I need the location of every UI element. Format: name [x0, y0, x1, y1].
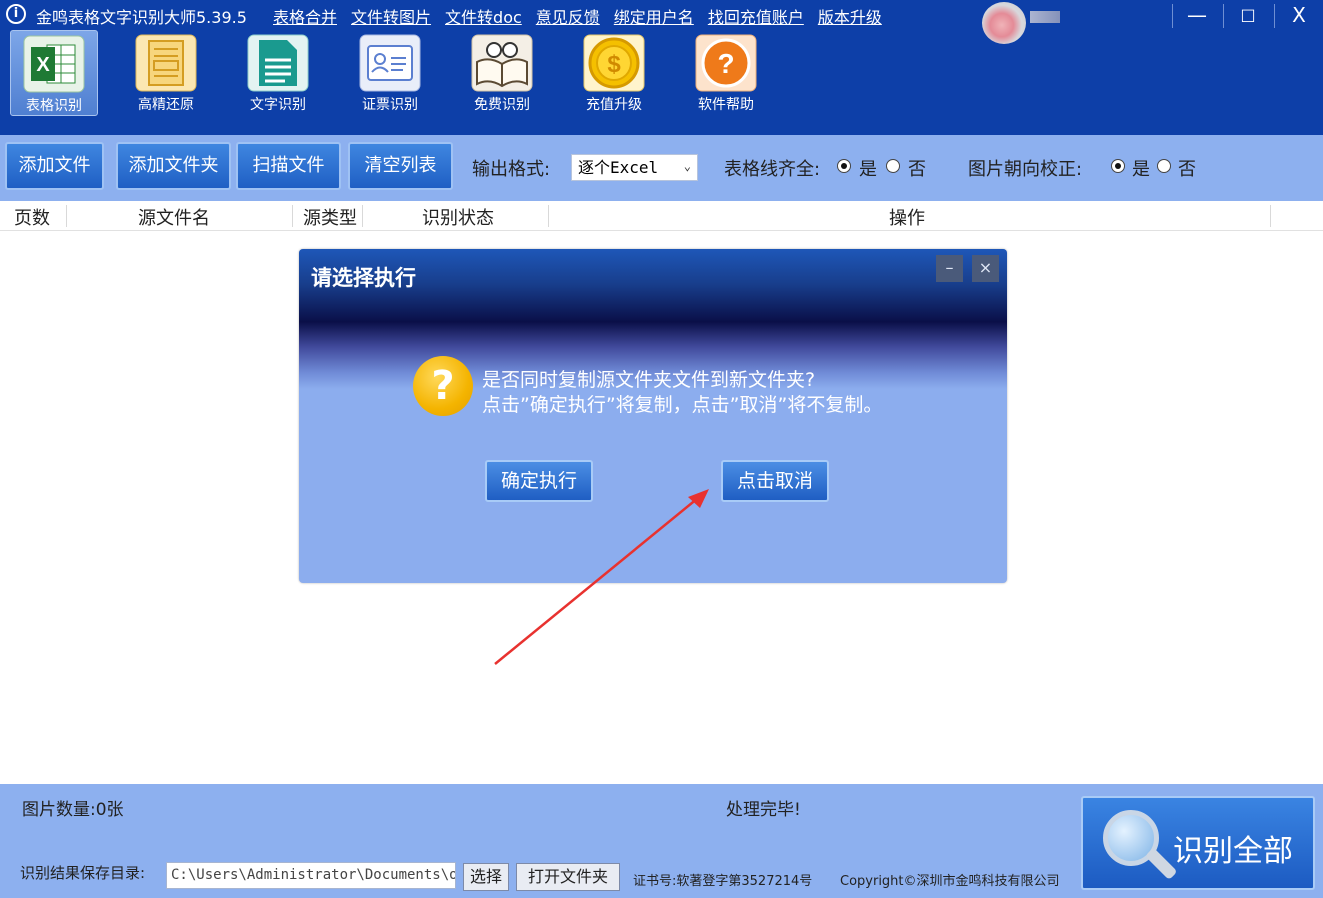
add-file-button[interactable]: 添加文件 — [5, 142, 104, 190]
help-icon: ? — [695, 34, 757, 92]
tool-label: 文字识别 — [250, 97, 306, 113]
save-dir-input[interactable]: C:\Users\Administrator\Documents\oc — [166, 862, 456, 889]
document-layout-icon — [135, 34, 197, 92]
chevron-down-icon: ⌄ — [683, 159, 691, 173]
book-glasses-icon — [471, 34, 533, 92]
recognize-all-button[interactable]: 识别全部 — [1081, 796, 1315, 890]
cancel-button[interactable]: 点击取消 — [721, 460, 829, 502]
choose-dir-button[interactable]: 选择 — [463, 863, 509, 891]
scan-file-button[interactable]: 扫描文件 — [236, 142, 341, 190]
link-table-merge[interactable]: 表格合并 — [273, 4, 337, 28]
tool-label: 表格识别 — [26, 98, 82, 114]
table-line-no-radio[interactable] — [886, 159, 900, 173]
link-recover-account[interactable]: 找回充值账户 — [708, 4, 804, 28]
tool-software-help[interactable]: ? 软件帮助 — [682, 30, 770, 116]
user-avatar[interactable] — [982, 2, 1026, 44]
svg-text:X: X — [36, 54, 50, 76]
svg-text:$: $ — [607, 51, 621, 78]
output-format-select[interactable]: 逐个Excel ⌄ — [571, 154, 698, 181]
tool-label: 软件帮助 — [698, 97, 754, 113]
orientation-no-radio[interactable] — [1157, 159, 1171, 173]
column-recognition-status: 识别状态 — [422, 208, 494, 229]
tool-label: 充值升级 — [586, 97, 642, 113]
processing-status: 处理完毕! — [726, 800, 801, 820]
confirm-execute-button[interactable]: 确定执行 — [485, 460, 593, 502]
window-separator — [1172, 4, 1173, 28]
table-line-no-label: 否 — [908, 159, 926, 180]
choose-action-dialog: 请选择执行 – × ? 是否同时复制源文件夹文件到新文件夹? 点击”确定执行”将… — [299, 249, 1007, 583]
table-line-label: 表格线齐全: — [724, 159, 821, 180]
column-page-count: 页数 — [14, 208, 50, 229]
close-button[interactable]: X — [1276, 0, 1322, 30]
file-table-header: 页数 源文件名 源类型 识别状态 操作 — [0, 201, 1323, 231]
tool-table-recognition[interactable]: X 表格识别 — [10, 30, 98, 116]
dialog-title: 请选择执行 — [311, 266, 416, 290]
status-panel: 图片数量:0张 处理完毕! 识别结果保存目录: C:\Users\Adminis… — [0, 784, 1323, 898]
output-format-value: 逐个Excel — [578, 158, 659, 177]
dialog-close-button[interactable]: × — [972, 255, 999, 282]
svg-text:?: ? — [717, 48, 734, 79]
dialog-message-line2: 点击”确定执行”将复制，点击”取消”将不复制。 — [482, 394, 883, 416]
column-separator — [1270, 205, 1271, 227]
excel-icon: X — [23, 35, 85, 93]
clear-list-button[interactable]: 清空列表 — [348, 142, 453, 190]
copyright-text: Copyright©深圳市金鸣科技有限公司 — [840, 874, 1060, 889]
question-icon: ? — [413, 356, 473, 416]
dialog-message-line1: 是否同时复制源文件夹文件到新文件夹? — [482, 369, 816, 391]
feature-toolbar: X 表格识别 高精还原 文字识别 证票识别 免费识别 $ 充值升级 ? 软件帮助 — [10, 30, 770, 116]
column-source-type: 源类型 — [303, 208, 357, 229]
tool-label: 证票识别 — [362, 97, 418, 113]
maximize-button[interactable]: □ — [1225, 0, 1271, 30]
table-line-yes-label: 是 — [859, 159, 877, 180]
column-separator — [548, 205, 549, 227]
link-file-to-doc[interactable]: 文件转doc — [445, 4, 522, 28]
table-line-yes-radio[interactable] — [837, 159, 851, 173]
open-folder-button[interactable]: 打开文件夹 — [516, 863, 620, 891]
window-separator — [1274, 4, 1275, 28]
column-source-filename: 源文件名 — [138, 208, 210, 229]
recognize-all-label: 识别全部 — [1173, 834, 1293, 869]
tool-high-precision-restore[interactable]: 高精还原 — [122, 30, 210, 116]
top-links: 表格合并 文件转图片 文件转doc 意见反馈 绑定用户名 找回充值账户 版本升级 — [273, 4, 882, 28]
app-title: 金鸣表格文字识别大师5.39.5 — [36, 8, 247, 27]
tool-recharge-upgrade[interactable]: $ 充值升级 — [570, 30, 658, 116]
text-document-icon — [247, 34, 309, 92]
orientation-yes-radio[interactable] — [1111, 159, 1125, 173]
column-separator — [362, 205, 363, 227]
tool-certificate-recognition[interactable]: 证票识别 — [346, 30, 434, 116]
action-toolbar: 添加文件 添加文件夹 扫描文件 清空列表 输出格式: 逐个Excel ⌄ 表格线… — [0, 135, 1323, 201]
orientation-label: 图片朝向校正: — [968, 159, 1083, 180]
link-file-to-image[interactable]: 文件转图片 — [351, 4, 431, 28]
link-feedback[interactable]: 意见反馈 — [536, 4, 600, 28]
column-separator — [66, 205, 67, 227]
link-bind-username[interactable]: 绑定用户名 — [614, 4, 694, 28]
tool-free-recognition[interactable]: 免费识别 — [458, 30, 546, 116]
title-bar: i 金鸣表格文字识别大师5.39.5 表格合并 文件转图片 文件转doc 意见反… — [0, 0, 1323, 44]
id-card-icon — [359, 34, 421, 92]
orientation-yes-label: 是 — [1132, 159, 1150, 180]
tool-label: 高精还原 — [138, 97, 194, 113]
certificate-number: 证书号:软著登字第3527214号 — [633, 874, 813, 889]
save-dir-label: 识别结果保存目录: — [20, 864, 146, 882]
tool-text-recognition[interactable]: 文字识别 — [234, 30, 322, 116]
column-separator — [292, 205, 293, 227]
window-separator — [1223, 4, 1224, 28]
minimize-button[interactable]: — — [1174, 0, 1220, 30]
add-folder-button[interactable]: 添加文件夹 — [116, 142, 231, 190]
link-version-upgrade[interactable]: 版本升级 — [818, 4, 882, 28]
output-format-label: 输出格式: — [472, 159, 551, 180]
dollar-coin-icon: $ — [583, 34, 645, 92]
user-name-blurred — [1030, 11, 1060, 23]
orientation-no-label: 否 — [1178, 159, 1196, 180]
column-operation: 操作 — [889, 208, 925, 229]
image-count: 图片数量:0张 — [22, 800, 124, 820]
tool-label: 免费识别 — [474, 97, 530, 113]
dialog-minimize-button[interactable]: – — [936, 255, 963, 282]
top-band: i 金鸣表格文字识别大师5.39.5 表格合并 文件转图片 文件转doc 意见反… — [0, 0, 1323, 135]
app-info-icon: i — [6, 4, 26, 24]
